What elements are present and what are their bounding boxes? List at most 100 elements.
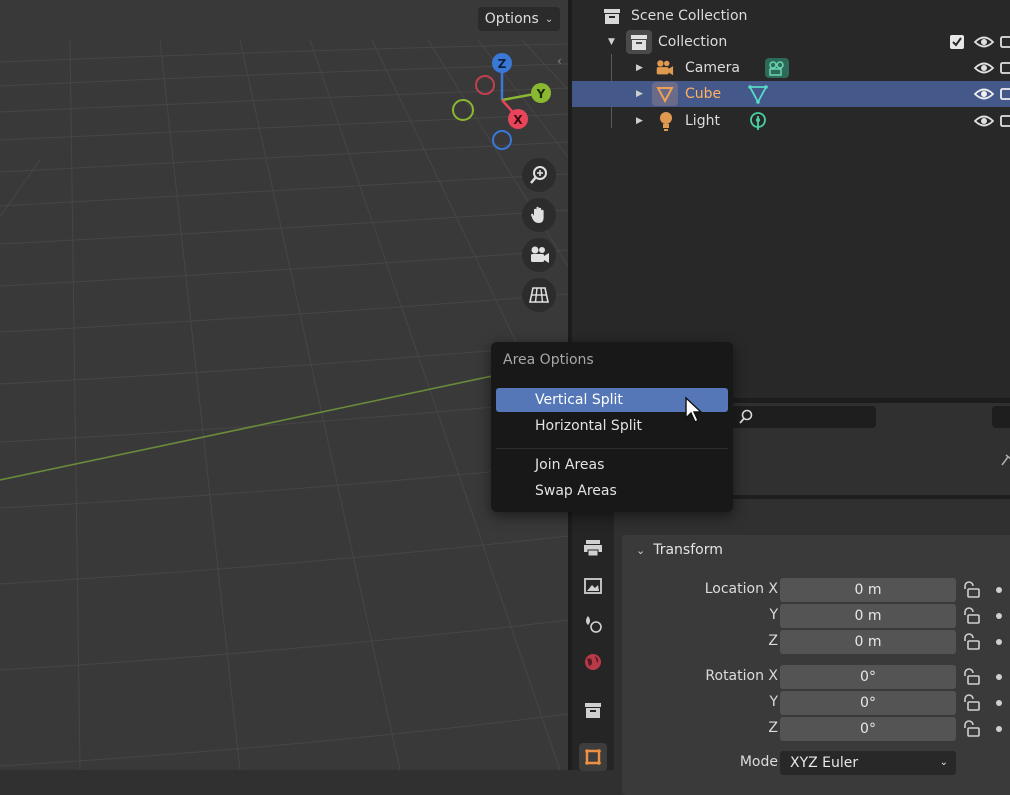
keyframe-dot-icon[interactable]: [996, 639, 1002, 645]
tab-object[interactable]: [579, 743, 607, 771]
outliner-item-light[interactable]: ▶ Light: [572, 108, 1010, 134]
gizmo-y-label: Y: [536, 87, 546, 101]
ortho-toggle-button[interactable]: [522, 278, 556, 312]
rotation-mode-select[interactable]: XYZ Euler ⌄: [780, 751, 956, 775]
chevron-down-icon: ⌄: [939, 757, 948, 768]
tab-world[interactable]: [580, 649, 606, 675]
eye-icon[interactable]: [974, 113, 994, 129]
menu-title: Area Options: [503, 352, 594, 368]
keyframe-dot-icon[interactable]: [996, 726, 1002, 732]
tab-view-layer[interactable]: [580, 611, 606, 637]
mode-label: Mode: [739, 754, 778, 770]
pan-button[interactable]: [522, 198, 556, 232]
pin-icon[interactable]: [1000, 453, 1010, 467]
hand-pan-icon: [530, 206, 544, 223]
options-dropdown[interactable]: Options ⌄: [478, 7, 560, 31]
tab-output[interactable]: [580, 573, 606, 599]
mouse-cursor-icon: [685, 396, 703, 423]
transform-panel: ⌄ Transform ⋮ Location X 0 m Y 0 m Z 0 m…: [622, 535, 1010, 795]
location-z-label: Z: [768, 633, 778, 649]
options-label: Options: [484, 11, 539, 27]
eye-icon[interactable]: [974, 86, 994, 102]
location-z-row: Z 0 m: [622, 630, 1010, 654]
printer-icon: [584, 540, 602, 557]
rotation-x-row: Rotation X 0°: [622, 665, 1010, 689]
expand-triangle-icon[interactable]: ▶: [636, 116, 643, 126]
rotation-x-field[interactable]: 0°: [780, 665, 956, 689]
tab-collection[interactable]: [580, 697, 606, 723]
collection-icon: [631, 35, 647, 50]
location-y-row: Y 0 m: [622, 604, 1010, 628]
outliner-item-label: Cube: [685, 86, 722, 102]
zoom-button[interactable]: [522, 158, 556, 192]
rotation-y-label: Y: [769, 694, 778, 710]
options-dropdown-small[interactable]: [992, 406, 1010, 428]
unlock-icon[interactable]: [962, 720, 980, 738]
menu-separator: [496, 448, 728, 449]
light-object-icon: [660, 112, 672, 131]
keyframe-dot-icon[interactable]: [996, 613, 1002, 619]
image-output-icon: [584, 578, 602, 594]
navigation-gizmo[interactable]: Z Y X: [448, 48, 558, 154]
area-options-menu: Area Options Vertical Split Horizontal S…: [491, 342, 733, 512]
eye-icon[interactable]: [974, 60, 994, 76]
outliner-item-label: Camera: [685, 60, 740, 76]
keyframe-dot-icon[interactable]: [996, 674, 1002, 680]
eye-icon[interactable]: [974, 34, 994, 50]
scene-collection-label: Scene Collection: [631, 8, 748, 24]
scene-collection-row[interactable]: Scene Collection: [572, 3, 1010, 29]
rotation-z-field[interactable]: 0°: [780, 717, 956, 741]
location-x-label: Location X: [704, 581, 778, 597]
tab-render[interactable]: [580, 535, 606, 561]
mode-value: XYZ Euler: [790, 755, 859, 771]
menu-item-label: Vertical Split: [535, 392, 623, 408]
view-layer-icon: [586, 616, 602, 633]
render-camera-icon[interactable]: [1000, 86, 1010, 102]
scene-collection-icon: [604, 9, 620, 24]
gizmo-x-label: X: [513, 113, 523, 127]
panel-title: Transform: [653, 542, 723, 558]
location-z-field[interactable]: 0 m: [780, 630, 956, 654]
keyframe-dot-icon[interactable]: [996, 587, 1002, 593]
unlock-icon[interactable]: [962, 694, 980, 712]
transform-panel-header[interactable]: ⌄ Transform: [636, 542, 723, 558]
expand-triangle-icon[interactable]: ▶: [636, 63, 643, 73]
expand-triangle-icon[interactable]: ▶: [636, 89, 643, 99]
render-camera-icon[interactable]: [1000, 34, 1010, 50]
light-data-icon[interactable]: [748, 111, 768, 131]
menu-item-swap-areas[interactable]: Swap Areas: [496, 479, 728, 503]
render-camera-icon[interactable]: [1000, 60, 1010, 76]
checkbox-checked-icon[interactable]: [949, 34, 965, 50]
collection-row[interactable]: ▼ Collection: [572, 29, 1010, 55]
unlock-icon[interactable]: [962, 607, 980, 625]
location-x-row: Location X 0 m: [622, 578, 1010, 602]
render-camera-icon[interactable]: [1000, 113, 1010, 129]
3d-viewport[interactable]: Options ⌄ ‹ Z Y X: [0, 0, 568, 770]
unlock-icon[interactable]: [962, 581, 980, 599]
camera-object-icon: [656, 60, 674, 76]
unlock-icon[interactable]: [962, 668, 980, 686]
rotation-y-field[interactable]: 0°: [780, 691, 956, 715]
location-x-field[interactable]: 0 m: [780, 578, 956, 602]
outliner-editor[interactable]: Scene Collection ▼ Collection ▶ Camera ▶…: [572, 0, 1010, 398]
zoom-icon: [530, 166, 547, 184]
camera-data-icon[interactable]: [764, 57, 790, 79]
keyframe-dot-icon[interactable]: [996, 700, 1002, 706]
rotation-y-row: Y 0°: [622, 691, 1010, 715]
outliner-item-cube[interactable]: ▶ Cube: [572, 81, 1010, 107]
menu-item-label: Swap Areas: [535, 483, 617, 499]
rotation-z-row: Z 0°: [622, 717, 1010, 741]
mesh-data-icon[interactable]: [748, 84, 768, 104]
expand-triangle-icon[interactable]: ▼: [608, 37, 615, 47]
search-icon: [739, 409, 753, 424]
unlock-icon[interactable]: [962, 633, 980, 651]
properties-search-input[interactable]: [732, 406, 876, 428]
camera-view-button[interactable]: [522, 238, 556, 272]
location-y-field[interactable]: 0 m: [780, 604, 956, 628]
outliner-item-label: Light: [685, 113, 720, 129]
outliner-item-camera[interactable]: ▶ Camera: [572, 55, 1010, 81]
camera-view-icon: [531, 246, 549, 263]
drag-handle-icon[interactable]: ⋮: [1006, 543, 1010, 557]
menu-item-join-areas[interactable]: Join Areas: [496, 453, 728, 477]
properties-main: ⌄ Transform ⋮ Location X 0 m Y 0 m Z 0 m…: [614, 499, 1010, 795]
